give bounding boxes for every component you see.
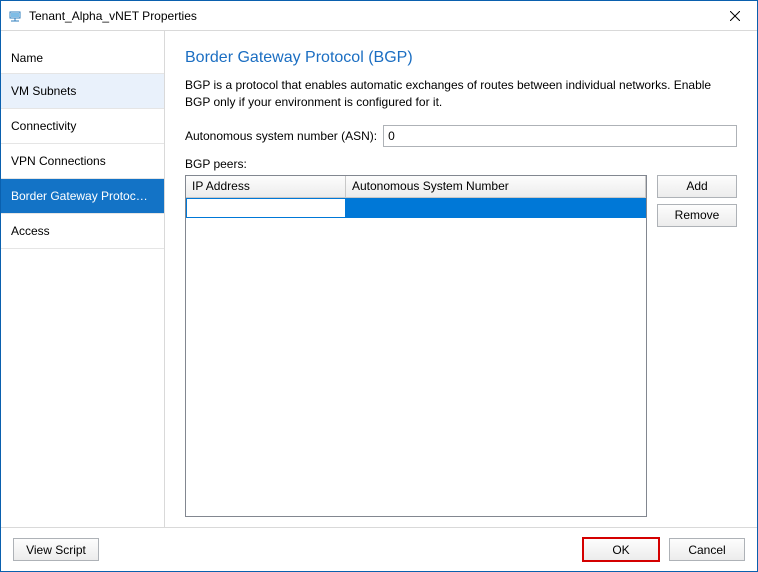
nav-item-label: VPN Connections [11,154,106,168]
peer-buttons: Add Remove [657,175,737,517]
window-title: Tenant_Alpha_vNET Properties [29,9,197,23]
dialog-footer: View Script OK Cancel [1,527,757,571]
remove-button[interactable]: Remove [657,204,737,227]
dialog-window: Tenant_Alpha_vNET Properties Name VM Sub… [0,0,758,572]
peer-asn-cell[interactable] [346,198,646,218]
nav-item-access[interactable]: Access [1,214,164,249]
view-script-button[interactable]: View Script [13,538,99,561]
peer-row[interactable] [186,198,646,218]
add-button[interactable]: Add [657,175,737,198]
column-header-ip[interactable]: IP Address [186,176,346,197]
nav-item-label: Border Gateway Protocol... [11,189,155,203]
grid-header: IP Address Autonomous System Number [186,176,646,198]
asn-label: Autonomous system number (ASN): [185,129,377,143]
asn-input[interactable] [383,125,737,147]
sidebar-header: Name [1,31,164,74]
peer-ip-input[interactable] [186,198,346,218]
nav-item-vm-subnets[interactable]: VM Subnets [1,74,164,109]
nav-item-connectivity[interactable]: Connectivity [1,109,164,144]
nav-item-bgp[interactable]: Border Gateway Protocol... [1,179,164,214]
nav-item-label: Connectivity [11,119,76,133]
grid-body [186,198,646,516]
page-title: Border Gateway Protocol (BGP) [185,49,737,67]
nav-list: VM Subnets Connectivity VPN Connections … [1,74,164,249]
nav-item-vpn-connections[interactable]: VPN Connections [1,144,164,179]
nav-item-label: Access [11,224,50,238]
nav-sidebar: Name VM Subnets Connectivity VPN Connect… [1,31,165,527]
nav-item-label: VM Subnets [11,84,76,98]
close-button[interactable] [713,1,757,30]
column-header-asn[interactable]: Autonomous System Number [346,176,646,197]
title-bar: Tenant_Alpha_vNET Properties [1,1,757,31]
peers-label: BGP peers: [185,157,737,171]
network-icon [7,8,23,24]
page-description: BGP is a protocol that enables automatic… [185,77,737,111]
cancel-button[interactable]: Cancel [669,538,745,561]
close-icon [730,11,740,21]
main-panel: Border Gateway Protocol (BGP) BGP is a p… [165,31,757,527]
peers-grid[interactable]: IP Address Autonomous System Number [185,175,647,517]
ok-button[interactable]: OK [583,538,659,561]
